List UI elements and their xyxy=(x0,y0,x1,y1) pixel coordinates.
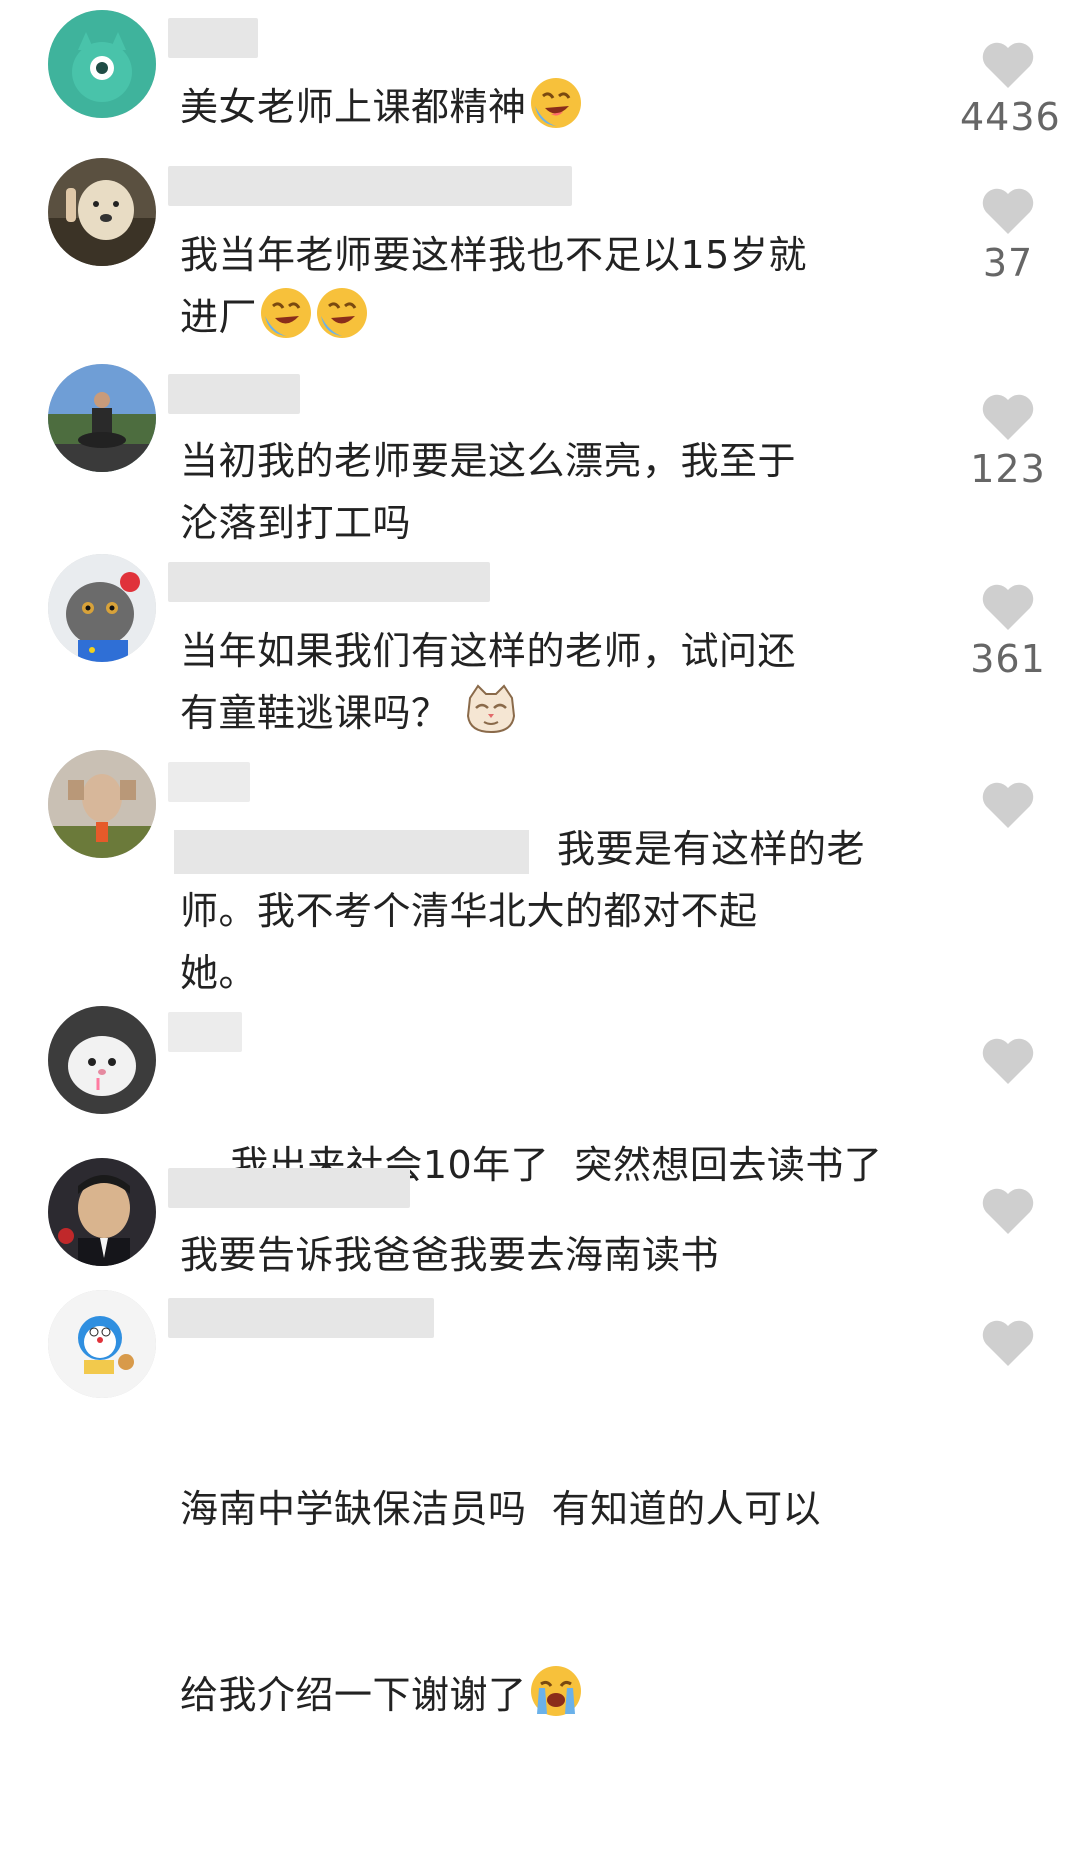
like-count: 4436 xyxy=(960,95,1061,139)
username-blurred[interactable] xyxy=(168,562,490,602)
like-button[interactable] xyxy=(960,1036,1056,1086)
avatar[interactable] xyxy=(48,1006,156,1114)
username-blurred[interactable] xyxy=(168,166,572,206)
like-button[interactable]: 37 xyxy=(960,186,1056,286)
comment-text: 我当年老师要这样我也不足以15岁就 进厂 xyxy=(180,233,807,340)
avatar[interactable] xyxy=(48,750,156,858)
reply-mention-blurred[interactable] xyxy=(174,829,529,874)
heart-icon xyxy=(982,584,1034,630)
heart-icon xyxy=(982,188,1034,234)
avatar[interactable] xyxy=(48,158,156,266)
username-blurred[interactable] xyxy=(168,1298,434,1338)
avatar[interactable] xyxy=(48,364,156,472)
like-button[interactable] xyxy=(960,1186,1056,1236)
like-button[interactable] xyxy=(960,780,1056,830)
like-count: 361 xyxy=(970,637,1046,681)
laugh-cry-emoji xyxy=(259,286,313,340)
laugh-cry-emoji xyxy=(315,286,369,340)
comment-text: 当初我的老师要是这么漂亮，我至于 沦落到打工吗 xyxy=(180,439,797,545)
like-button[interactable]: 361 xyxy=(960,582,1056,682)
username-blurred[interactable] xyxy=(168,1168,410,1208)
like-count: 123 xyxy=(970,447,1046,491)
heart-icon xyxy=(982,1188,1034,1234)
avatar[interactable] xyxy=(48,1290,156,1398)
comment-text: 美女老师上课都精神 xyxy=(180,76,940,138)
comment-text: 海南中学缺保洁员吗 有知道的人可以 给我介绍一下谢谢了 xyxy=(180,1487,822,1718)
username-blurred[interactable] xyxy=(168,762,250,802)
heart-icon xyxy=(982,42,1034,88)
heart-icon xyxy=(982,1320,1034,1366)
crying-emoji xyxy=(529,1664,583,1718)
username-blurred[interactable] xyxy=(168,18,258,58)
avatar[interactable] xyxy=(48,554,156,662)
laugh-cry-emoji xyxy=(529,76,583,130)
avatar[interactable] xyxy=(48,10,156,118)
comment-text: 我要告诉我爸爸我要去海南读书 xyxy=(180,1233,720,1277)
like-button[interactable]: 4436 xyxy=(960,40,1061,140)
like-button[interactable]: 123 xyxy=(960,392,1056,492)
cat-emoji xyxy=(464,682,518,736)
like-button[interactable] xyxy=(960,1318,1056,1368)
like-count: 37 xyxy=(982,241,1034,285)
username-blurred[interactable] xyxy=(168,1012,242,1052)
username-blurred[interactable] xyxy=(168,374,300,414)
comment-text: 我要是有这样的老 师。我不考个清华北大的都对不起 她。 xyxy=(174,818,940,1004)
heart-icon xyxy=(982,782,1034,828)
heart-icon xyxy=(982,394,1034,440)
comment-text: 当年如果我们有这样的老师，试问还 有童鞋逃课吗？ xyxy=(180,629,797,736)
avatar[interactable] xyxy=(48,1158,156,1266)
heart-icon xyxy=(982,1038,1034,1084)
